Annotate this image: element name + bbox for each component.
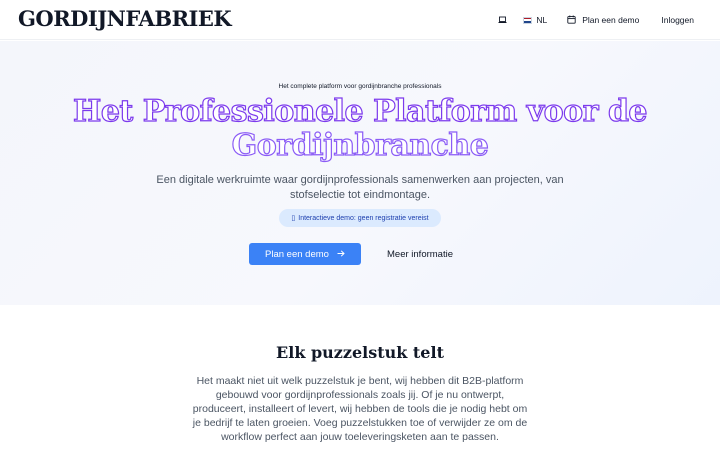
hero-badge: Het complete platform voor gordijnbranch…	[278, 83, 442, 90]
hero-title-line1: Het Professionele Platform voor de	[72, 94, 648, 129]
calendar-icon	[567, 15, 576, 26]
language-selector[interactable]: NL	[523, 15, 547, 25]
hero-section: Het complete platform voor gordijnbranch…	[0, 41, 720, 305]
hero-title-line2: Gordijnbranche	[231, 128, 489, 163]
puzzle-section: Elk puzzelstuk telt Het maakt niet uit w…	[0, 305, 720, 450]
section-title: Elk puzzelstuk telt	[276, 343, 444, 362]
netherlands-flag-icon	[523, 16, 533, 24]
demo-pill-icon: ▯	[291, 215, 296, 222]
laptop-icon[interactable]	[495, 13, 509, 27]
logo[interactable]: GORDIJNFABRIEK	[18, 6, 232, 31]
nav-actions: NL Plan een demo Inloggen	[495, 0, 694, 40]
plan-demo-link[interactable]: Plan een demo	[567, 15, 639, 26]
hero-title: Het Professionele Platform voor de Gordi…	[60, 94, 660, 163]
section-text: Het maakt niet uit welk puzzelstuk je be…	[192, 375, 528, 443]
plan-demo-button[interactable]: Plan een demo	[249, 243, 361, 265]
demo-pill-text: Interactieve demo: geen registratie vere…	[298, 214, 429, 222]
language-label: NL	[536, 15, 548, 25]
arrow-right-icon	[337, 249, 345, 260]
login-link[interactable]: Inloggen	[661, 15, 694, 25]
plan-demo-label: Plan een demo	[582, 15, 640, 25]
hero-subtitle: Een digitale werkruimte waar gordijnprof…	[156, 174, 564, 201]
plan-demo-button-label: Plan een demo	[265, 248, 329, 260]
more-info-button[interactable]: Meer informatie	[372, 243, 468, 265]
top-navbar: GORDIJNFABRIEK NL Plan een demo Inloggen	[0, 0, 720, 40]
interactive-demo-pill: ▯ Interactieve demo: geen registratie ve…	[279, 209, 441, 227]
